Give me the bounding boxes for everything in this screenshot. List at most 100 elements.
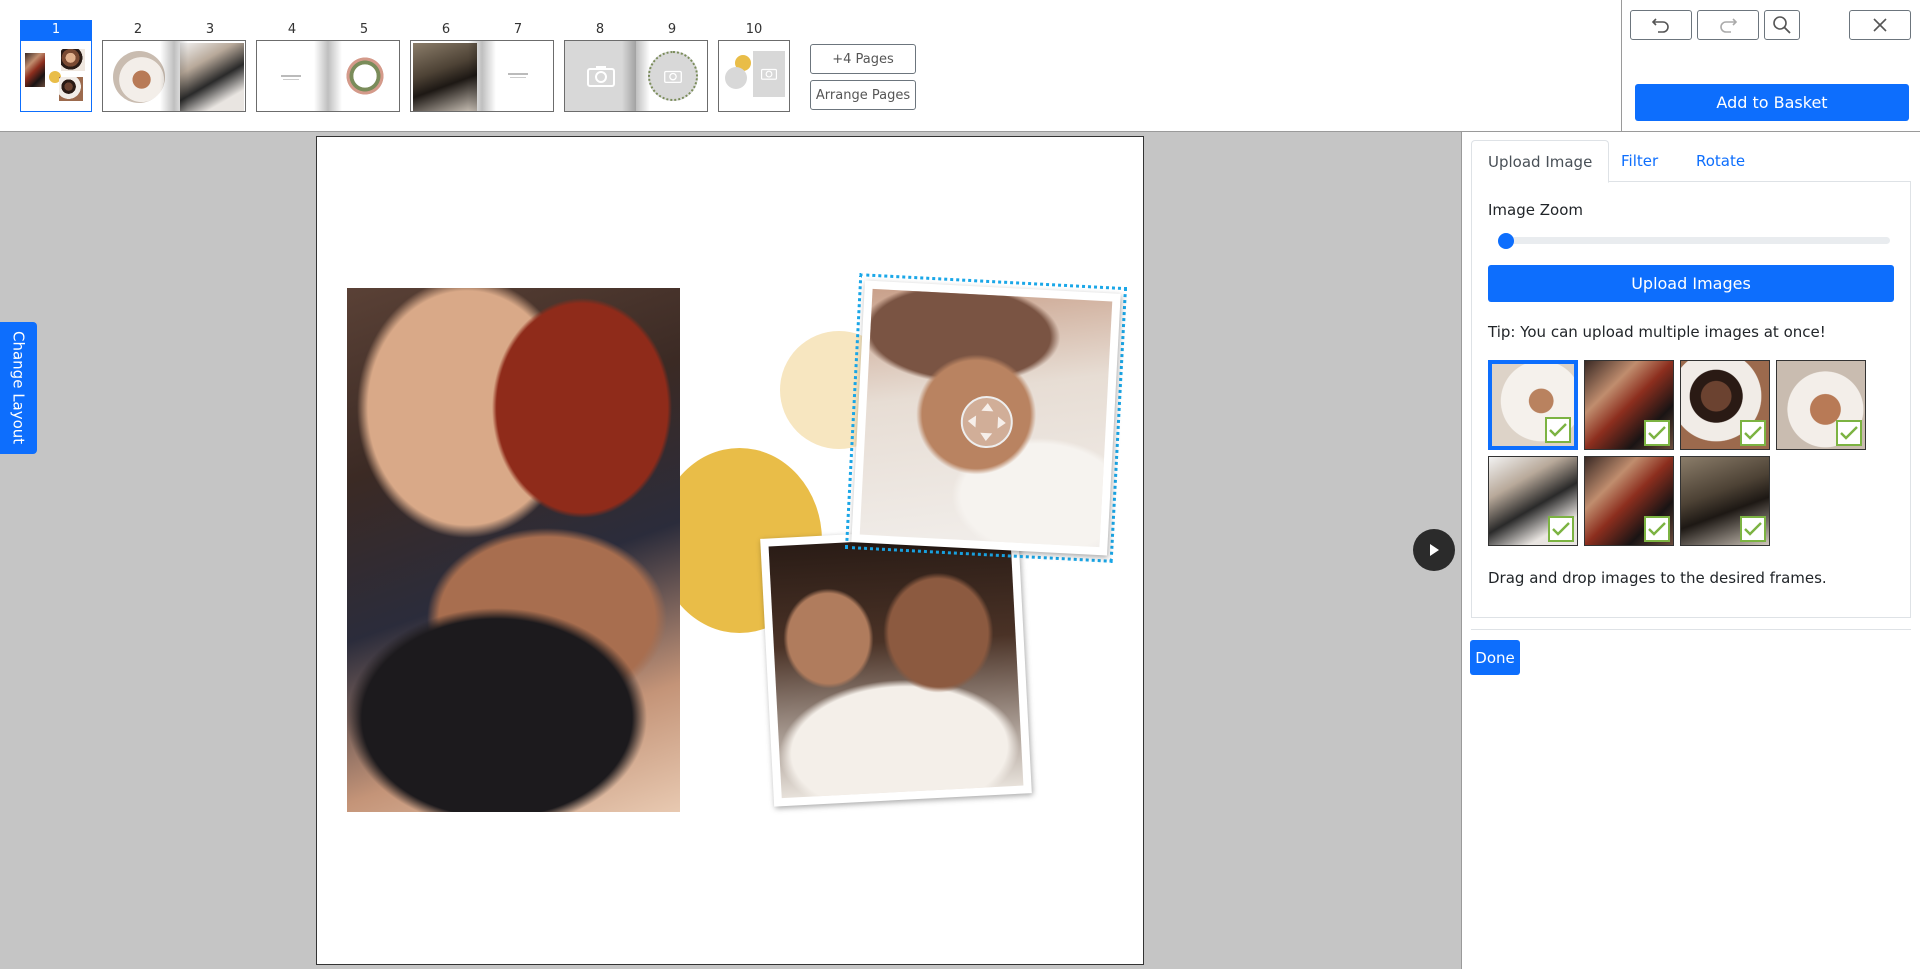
mini-frame (725, 67, 747, 89)
image-zoom-label: Image Zoom (1488, 201, 1583, 219)
checkmark-icon (1744, 426, 1762, 440)
page-thumb-8-9[interactable]: 8 9 (564, 20, 708, 112)
used-check (1545, 417, 1571, 443)
upload-images-button[interactable]: Upload Images (1488, 265, 1894, 302)
page-thumb-2-3[interactable]: 2 3 (102, 20, 246, 112)
page-2-preview (103, 41, 174, 111)
uploaded-image-4[interactable] (1776, 360, 1866, 450)
mini-photo (25, 53, 45, 87)
editor-workspace: Change Layout (0, 132, 1461, 969)
page-9-preview (636, 41, 707, 111)
photo-mom-baby (768, 533, 1024, 799)
mini-text-line (281, 75, 301, 77)
next-page-button[interactable] (1413, 529, 1455, 571)
change-layout-button[interactable]: Change Layout (0, 322, 37, 454)
page-number-3: 3 (205, 22, 215, 37)
mini-photo (180, 43, 244, 111)
used-check (1644, 516, 1670, 542)
page-number-6: 6 (441, 22, 451, 37)
image-zoom-slider-thumb[interactable] (1498, 233, 1514, 249)
page-5-preview (328, 41, 399, 111)
mini-text-line (283, 79, 299, 80)
magnifier-icon (1773, 16, 1791, 34)
selected-frame-outline[interactable] (844, 273, 1128, 563)
done-button[interactable]: Done (1470, 640, 1520, 675)
checkmark-icon (1744, 522, 1762, 536)
play-arrow-icon (1430, 544, 1439, 556)
tab-filter[interactable]: Filter (1605, 140, 1674, 183)
photo-frame-mom-baby[interactable] (760, 525, 1032, 807)
mini-photo (338, 49, 392, 103)
main-photo-family-kiss[interactable] (347, 288, 680, 812)
page-number-1: 1 (20, 20, 92, 40)
page-number-9: 9 (667, 22, 677, 37)
page-thumb-4-5[interactable]: 4 5 (256, 20, 400, 112)
page-navigator-bar: 1 2 3 4 5 6 7 8 9 10 +4 Pages Arrange Pa… (0, 0, 1920, 132)
camera-icon (761, 68, 777, 80)
undo-button[interactable] (1630, 10, 1692, 40)
top-actions: Add to Basket (1621, 0, 1920, 132)
used-check (1548, 516, 1574, 542)
mini-photo (113, 51, 165, 103)
mini-photo (413, 43, 477, 111)
add-to-basket-button[interactable]: Add to Basket (1635, 84, 1909, 121)
checkmark-icon (1648, 426, 1666, 440)
page-8-preview (565, 41, 636, 111)
mini-text-line (510, 77, 526, 78)
camera-icon (664, 70, 682, 83)
page-number-2: 2 (133, 22, 143, 37)
used-check (1740, 516, 1766, 542)
tab-rotate[interactable]: Rotate (1680, 140, 1761, 183)
mini-photo (59, 77, 83, 101)
page-thumb-6-7[interactable]: 6 7 (410, 20, 554, 112)
checkmark-icon (1552, 522, 1570, 536)
move-handle-icon[interactable] (958, 394, 1015, 451)
page-number-8: 8 (595, 22, 605, 37)
page-number-5: 5 (359, 22, 369, 37)
zoom-button[interactable] (1764, 10, 1800, 40)
page-thumb-1[interactable]: 1 (20, 20, 92, 112)
uploaded-image-5[interactable] (1488, 456, 1578, 546)
upload-image-pane: Image Zoom Upload Images Tip: You can up… (1471, 182, 1911, 618)
panel-tabs: Upload Image Filter Rotate (1471, 140, 1911, 183)
drag-drop-hint: Drag and drop images to the desired fram… (1488, 569, 1827, 587)
tab-upload-image[interactable]: Upload Image (1471, 140, 1610, 183)
mini-photo (61, 49, 85, 71)
upload-tip: Tip: You can upload multiple images at o… (1488, 323, 1826, 341)
checkmark-icon (1840, 426, 1858, 440)
page-number-7: 7 (513, 22, 523, 37)
mini-text-line (508, 73, 528, 75)
close-button[interactable] (1849, 10, 1911, 40)
image-tools-panel: Upload Image Filter Rotate Image Zoom Up… (1461, 132, 1920, 969)
redo-icon (1720, 18, 1738, 33)
used-check (1836, 420, 1862, 446)
uploaded-image-2[interactable] (1584, 360, 1674, 450)
panel-divider (1471, 629, 1911, 630)
close-icon (1873, 18, 1887, 32)
page-7-preview (482, 41, 553, 111)
uploaded-image-7[interactable] (1680, 456, 1770, 546)
page-1-preview (21, 41, 91, 111)
page-3-preview (174, 41, 245, 111)
checkmark-icon (1648, 522, 1666, 536)
page-number-4: 4 (287, 22, 297, 37)
used-check (1740, 420, 1766, 446)
page-thumb-10[interactable]: 10 (718, 20, 790, 112)
camera-icon (587, 66, 615, 87)
page-4-preview (257, 41, 328, 111)
image-zoom-slider[interactable] (1498, 233, 1890, 249)
page-6-preview (411, 41, 482, 111)
uploaded-image-1[interactable] (1488, 360, 1578, 450)
page-canvas (316, 136, 1144, 965)
more-pages-button[interactable]: +4 Pages (810, 44, 916, 74)
page-number-10: 10 (745, 22, 763, 37)
arrange-pages-button[interactable]: Arrange Pages (810, 80, 916, 110)
checkmark-icon (1549, 423, 1567, 437)
uploaded-image-6[interactable] (1584, 456, 1674, 546)
photo-frame-baby-hand[interactable] (851, 280, 1121, 556)
page-10-preview (719, 41, 789, 111)
redo-button[interactable] (1697, 10, 1759, 40)
undo-icon (1651, 18, 1669, 33)
uploaded-image-3[interactable] (1680, 360, 1770, 450)
used-check (1644, 420, 1670, 446)
